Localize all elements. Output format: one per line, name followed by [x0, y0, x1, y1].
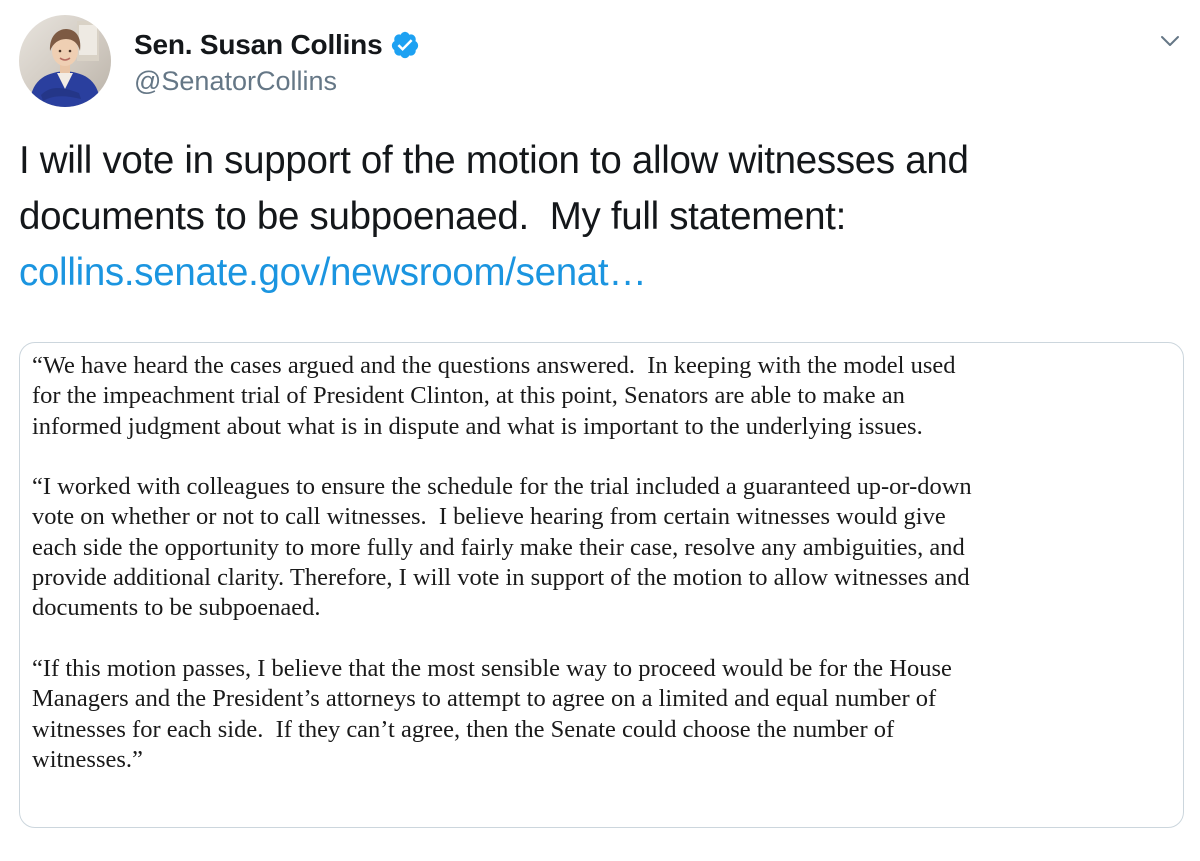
- statement-paragraph: “We have heard the cases argued and the …: [32, 351, 1172, 442]
- statement-line: “I worked with colleagues to ensure the …: [32, 473, 972, 501]
- statement-line: Managers and the President’s attorneys t…: [32, 685, 937, 713]
- user-handle[interactable]: @SenatorCollins: [134, 64, 337, 98]
- statement-line: provide additional clarity. Therefore, I…: [32, 564, 970, 592]
- chevron-down-icon[interactable]: [1150, 22, 1190, 62]
- profile-photo-icon: [19, 15, 111, 107]
- statement-line: witnesses.”: [32, 745, 143, 773]
- statement-paragraph: “I worked with colleagues to ensure the …: [32, 472, 1172, 623]
- statement-line: witnesses for each side. If they can’t a…: [32, 715, 895, 743]
- tweet: Sen. Susan Collins @SenatorCollins I wil…: [0, 0, 1200, 861]
- tweet-text: I will vote in support of the motion to …: [19, 133, 1179, 301]
- author-name-row[interactable]: Sen. Susan Collins: [134, 27, 420, 63]
- statement-line: vote on whether or not to call witnesses…: [32, 503, 946, 531]
- statement-paragraph: “If this motion passes, I believe that t…: [32, 654, 1172, 775]
- tweet-text-line: documents to be subpoenaed. My full stat…: [19, 195, 846, 238]
- statement-line: “We have heard the cases argued and the …: [32, 352, 956, 379]
- verified-badge-icon: [390, 30, 420, 60]
- statement-line: “If this motion passes, I believe that t…: [32, 654, 952, 682]
- statement-text: “We have heard the cases argued and the …: [32, 351, 1172, 805]
- statement-line: documents to be subpoenaed.: [32, 594, 321, 622]
- tweet-text-line: I will vote in support of the motion to …: [19, 139, 969, 182]
- statement-line: each side the opportunity to more fully …: [32, 533, 965, 561]
- statement-link[interactable]: collins.senate.gov/newsroom/senat…: [19, 251, 647, 294]
- statement-line: for the impeachment trial of President C…: [32, 382, 905, 410]
- avatar[interactable]: [19, 15, 111, 107]
- statement-line: informed judgment about what is in dispu…: [32, 412, 923, 440]
- display-name[interactable]: Sen. Susan Collins: [134, 27, 383, 63]
- statement-image-card[interactable]: “We have heard the cases argued and the …: [19, 342, 1184, 828]
